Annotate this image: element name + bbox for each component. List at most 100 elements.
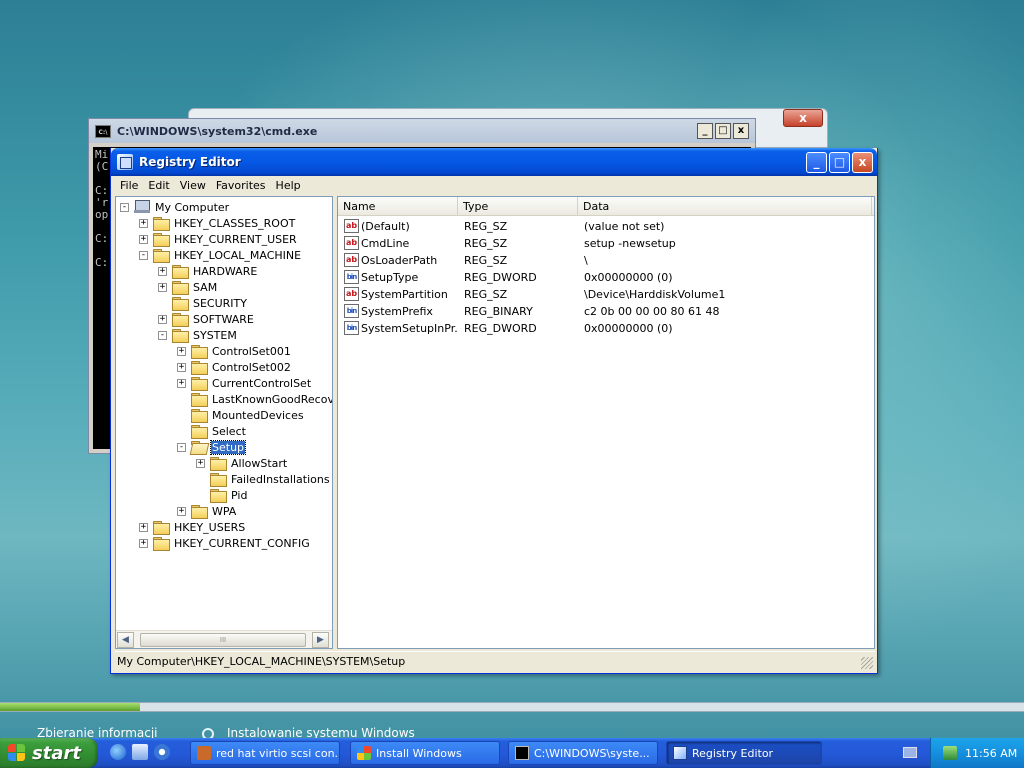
expand-icon[interactable]: + bbox=[196, 458, 205, 468]
show-desktop-icon[interactable] bbox=[132, 744, 148, 760]
expand-icon[interactable]: + bbox=[158, 282, 167, 292]
tree-node-label[interactable]: WPA bbox=[211, 505, 237, 518]
expand-icon[interactable]: + bbox=[139, 538, 148, 548]
tree-node-label[interactable]: LastKnownGoodRecovery bbox=[211, 393, 332, 406]
column-type[interactable]: Type bbox=[458, 197, 578, 216]
task-cmd[interactable]: C:\WINDOWS\syste... bbox=[508, 741, 658, 765]
value-row[interactable]: ab SystemPartition REG_SZ \Device\HarddiskV… bbox=[338, 286, 874, 303]
setup-close-button[interactable]: x bbox=[783, 109, 823, 127]
internet-explorer-icon[interactable] bbox=[110, 744, 126, 760]
tree-node[interactable]: + ControlSet001 bbox=[177, 343, 292, 359]
expand-icon[interactable]: + bbox=[158, 314, 167, 324]
tree-node[interactable]: MountedDevices bbox=[177, 407, 305, 423]
expand-icon[interactable]: + bbox=[158, 266, 167, 276]
value-row[interactable]: bin SystemSetupInPr... REG_DWORD 0x00000000… bbox=[338, 320, 874, 337]
tree-node[interactable]: + HKEY_CURRENT_CONFIG bbox=[139, 535, 311, 551]
value-row[interactable]: bin SetupType REG_DWORD 0x00000000 (0) bbox=[338, 269, 874, 286]
tree-node[interactable]: + CurrentControlSet bbox=[177, 375, 312, 391]
tree-node[interactable]: Pid bbox=[196, 487, 248, 503]
task-browser[interactable]: red hat virtio scsi con... bbox=[190, 741, 340, 765]
network-icon[interactable] bbox=[943, 746, 957, 760]
expand-icon[interactable]: + bbox=[139, 234, 148, 244]
tree-node-label[interactable]: HKEY_USERS bbox=[173, 521, 246, 534]
tree-node[interactable]: + AllowStart bbox=[196, 455, 288, 471]
registry-values-pane[interactable]: Name Type Data ab (Default) REG_SZ (value n… bbox=[337, 196, 875, 649]
registry-editor-window[interactable]: Registry Editor _ □ x File Edit View Fav… bbox=[110, 148, 878, 674]
tree-node-label[interactable]: Setup bbox=[209, 439, 247, 455]
collapse-icon[interactable]: - bbox=[158, 330, 167, 340]
registry-tree-pane[interactable]: - My Computer + HKEY_CLASSES_ROOT + HKEY_CURR… bbox=[115, 196, 333, 649]
cmd-minimize-button[interactable]: _ bbox=[697, 123, 713, 139]
regedit-maximize-button[interactable]: □ bbox=[829, 152, 850, 173]
menu-file[interactable]: File bbox=[115, 176, 143, 196]
task-install-windows[interactable]: Install Windows bbox=[350, 741, 500, 765]
collapse-icon[interactable]: - bbox=[120, 202, 129, 212]
tree-node-label[interactable]: ControlSet002 bbox=[211, 361, 292, 374]
tree-node[interactable]: - HKEY_LOCAL_MACHINE bbox=[139, 247, 302, 263]
menu-favorites[interactable]: Favorites bbox=[211, 176, 271, 196]
collapse-icon[interactable]: - bbox=[139, 250, 148, 260]
value-row[interactable]: ab OsLoaderPath REG_SZ \ bbox=[338, 252, 874, 269]
tree-node[interactable]: + SOFTWARE bbox=[158, 311, 255, 327]
tree-node-label[interactable]: My Computer bbox=[154, 201, 230, 214]
tree-node-label[interactable]: SECURITY bbox=[192, 297, 248, 310]
tree-node[interactable]: LastKnownGoodRecovery bbox=[177, 391, 332, 407]
tree-node[interactable]: - SYSTEM bbox=[158, 327, 238, 343]
collapse-icon[interactable]: - bbox=[177, 442, 186, 452]
clock[interactable]: 11:56 AM bbox=[965, 747, 1017, 760]
tree-node-label[interactable]: Select bbox=[211, 425, 247, 438]
tree-node-label[interactable]: SOFTWARE bbox=[192, 313, 255, 326]
expand-icon[interactable]: + bbox=[177, 378, 186, 388]
cmd-title-bar[interactable]: C:\ C:\WINDOWS\system32\cmd.exe bbox=[89, 119, 755, 143]
tree-node-label[interactable]: AllowStart bbox=[230, 457, 288, 470]
keyboard-icon[interactable] bbox=[903, 747, 917, 758]
regedit-minimize-button[interactable]: _ bbox=[806, 152, 827, 173]
tree-horizontal-scrollbar[interactable]: ◀ III ▶ bbox=[116, 630, 332, 648]
menu-help[interactable]: Help bbox=[271, 176, 306, 196]
expand-icon[interactable]: + bbox=[139, 522, 148, 532]
cmd-maximize-button[interactable]: □ bbox=[715, 123, 731, 139]
tree-node[interactable]: - My Computer bbox=[120, 199, 230, 215]
tree-node-label[interactable]: Pid bbox=[230, 489, 248, 502]
start-button[interactable]: start bbox=[0, 738, 98, 768]
expand-icon[interactable]: + bbox=[177, 362, 186, 372]
expand-icon[interactable]: + bbox=[177, 506, 186, 516]
tree-node-label[interactable]: SYSTEM bbox=[192, 329, 238, 342]
task-registry-editor[interactable]: Registry Editor bbox=[666, 741, 822, 765]
tree-node[interactable]: + ControlSet002 bbox=[177, 359, 292, 375]
tree-node-label[interactable]: HKEY_CURRENT_CONFIG bbox=[173, 537, 311, 550]
expand-icon[interactable]: + bbox=[139, 218, 148, 228]
scroll-thumb[interactable]: III bbox=[140, 633, 306, 647]
tree-node[interactable]: + HARDWARE bbox=[158, 263, 258, 279]
tree-node[interactable]: Select bbox=[177, 423, 247, 439]
tree-node-label[interactable]: FailedInstallations bbox=[230, 473, 331, 486]
tree-node-label[interactable]: MountedDevices bbox=[211, 409, 305, 422]
tree-node[interactable]: + WPA bbox=[177, 503, 237, 519]
tree-node-label[interactable]: HKEY_CLASSES_ROOT bbox=[173, 217, 296, 230]
tree-node[interactable]: - Setup bbox=[177, 439, 247, 455]
menu-view[interactable]: View bbox=[175, 176, 211, 196]
scroll-left-arrow[interactable]: ◀ bbox=[117, 632, 134, 648]
tree-node-label[interactable]: ControlSet001 bbox=[211, 345, 292, 358]
expand-icon[interactable]: + bbox=[177, 346, 186, 356]
regedit-close-button[interactable]: x bbox=[852, 152, 873, 173]
tree-node[interactable]: SECURITY bbox=[158, 295, 248, 311]
tree-node-label[interactable]: HKEY_LOCAL_MACHINE bbox=[173, 249, 302, 262]
resize-grip[interactable] bbox=[861, 657, 873, 669]
tree-node[interactable]: + HKEY_CLASSES_ROOT bbox=[139, 215, 296, 231]
tree-node[interactable]: + SAM bbox=[158, 279, 218, 295]
tree-node[interactable]: FailedInstallations bbox=[196, 471, 331, 487]
tree-node-label[interactable]: HARDWARE bbox=[192, 265, 258, 278]
tree-node-label[interactable]: HKEY_CURRENT_USER bbox=[173, 233, 298, 246]
scroll-right-arrow[interactable]: ▶ bbox=[312, 632, 329, 648]
column-data[interactable]: Data bbox=[578, 197, 872, 216]
tree-node-label[interactable]: CurrentControlSet bbox=[211, 377, 312, 390]
value-row[interactable]: ab CmdLine REG_SZ setup -newsetup bbox=[338, 235, 874, 252]
tree-node[interactable]: + HKEY_USERS bbox=[139, 519, 246, 535]
menu-edit[interactable]: Edit bbox=[143, 176, 174, 196]
value-row[interactable]: ab (Default) REG_SZ (value not set) bbox=[338, 218, 874, 235]
tree-node-label[interactable]: SAM bbox=[192, 281, 218, 294]
cmd-close-button[interactable]: x bbox=[733, 123, 749, 139]
value-row[interactable]: bin SystemPrefix REG_BINARY c2 0b 00 00 00 … bbox=[338, 303, 874, 320]
column-name[interactable]: Name bbox=[338, 197, 458, 216]
